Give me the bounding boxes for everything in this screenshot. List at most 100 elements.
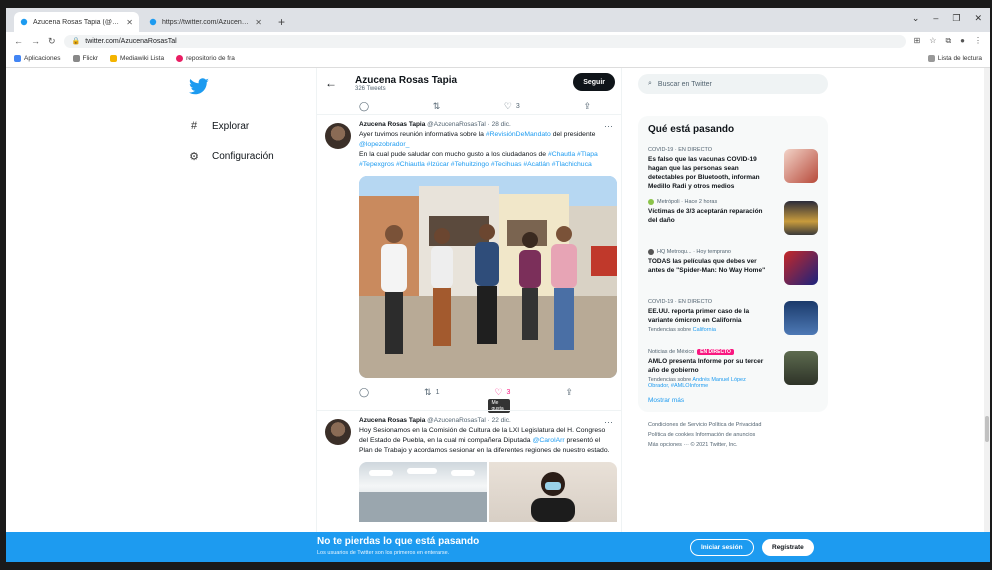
maximize-icon[interactable]: ❐ <box>952 13 960 24</box>
browser-chrome: Azucena Rosas Tapia (@AzucenaRosas... ✕ … <box>6 8 990 68</box>
twitter-bird-icon[interactable] <box>188 78 210 96</box>
retweet-button[interactable]: ⇅ <box>433 101 441 112</box>
tweet-author[interactable]: Azucena Rosas Tapia <box>359 121 425 128</box>
tweet-time[interactable]: 22 dic. <box>492 417 511 424</box>
close-window-icon[interactable]: ✕ <box>974 13 982 24</box>
new-tab-icon[interactable]: + <box>272 15 291 32</box>
mention-link[interactable]: @CarolArr <box>532 437 564 444</box>
profile-timeline: ← Azucena Rosas Tapia 326 Tweets Seguir … <box>316 68 622 562</box>
trend-context-link[interactable]: California <box>693 327 716 333</box>
translate-icon[interactable]: ⊞ <box>914 36 921 46</box>
meeting-room-photo[interactable] <box>359 462 487 522</box>
heart-icon: ♡ <box>503 100 512 111</box>
tweet-author[interactable]: Azucena Rosas Tapia <box>359 417 425 424</box>
reply-icon: ◯ <box>359 386 370 397</box>
tweet-time[interactable]: 28 dic. <box>492 121 511 128</box>
tweet-handle[interactable]: @AzucenaRosasTal <box>427 417 486 424</box>
source-avatar-icon <box>648 199 654 205</box>
tweet-photos[interactable] <box>359 462 617 522</box>
mention-link[interactable]: @lopezobrador_ <box>359 141 409 148</box>
heart-icon: ♡ <box>494 386 503 397</box>
like-button[interactable]: ♡ 3 Me gusta <box>488 386 511 413</box>
forward-icon[interactable]: → <box>31 36 40 46</box>
folder-icon <box>110 55 118 62</box>
tweet-header: Azucena Rosas Tapia @AzucenaRosasTal · 2… <box>359 121 511 128</box>
tab-title: Azucena Rosas Tapia (@AzucenaRosas... <box>33 18 121 26</box>
trend-thumbnail <box>784 301 818 335</box>
nav-settings[interactable]: ⚙ Configuración <box>176 141 316 171</box>
tweet[interactable]: ··· Azucena Rosas Tapia @AzucenaRosasTal… <box>317 410 621 526</box>
dropdown-icon[interactable]: ⌄ <box>912 13 920 24</box>
footer-line-1[interactable]: Condiciones de Servicio Política de Priv… <box>648 420 818 430</box>
back-icon[interactable]: ← <box>14 36 23 46</box>
trend-item[interactable]: HQ Metroqu... · Hoy temprano TODAS las p… <box>638 245 828 295</box>
scrollbar-thumb[interactable] <box>985 416 989 442</box>
retweet-button[interactable]: ⇅ 1 <box>424 387 439 398</box>
share-icon: ⇪ <box>583 100 591 111</box>
reply-button[interactable]: ◯ <box>359 387 369 398</box>
trend-item[interactable]: COVID-19 · EN DIRECTO Es falso que las v… <box>638 143 828 195</box>
twitter-page: # Explorar ⚙ Configuración ← Azucena Ros… <box>6 68 990 562</box>
search-input[interactable]: ⌕ Buscar en Twitter <box>638 74 828 94</box>
tweets-count: 326 Tweets <box>355 85 386 92</box>
bookmark-mediawiki[interactable]: Mediawiki Lista <box>110 55 164 62</box>
more-options-icon[interactable]: ··· <box>604 121 613 131</box>
show-more-link[interactable]: Mostrar más <box>638 395 828 406</box>
browser-toolbar: ← → ↻ 🔒 twitter.com/AzucenaRosasTal ⊞ ☆ … <box>6 32 990 50</box>
speaker-photo[interactable] <box>489 462 617 522</box>
hashtag-link[interactable]: #RevisiónDeMandato <box>486 131 551 138</box>
extension-icon[interactable]: ⧉ <box>945 36 951 46</box>
follow-button[interactable]: Seguir <box>573 73 615 91</box>
trend-item[interactable]: Noticias de México EN DIRECTO AMLO prese… <box>638 345 828 395</box>
share-button[interactable]: ⇪ <box>565 387 573 398</box>
bookmark-star-icon[interactable]: ☆ <box>929 36 936 46</box>
bookmark-repositorio[interactable]: repositorio de fra <box>176 55 235 62</box>
footer-line-3[interactable]: Más opciones ··· © 2021 Twitter, Inc. <box>648 440 818 450</box>
bookmark-dot-icon <box>176 55 184 62</box>
trend-item[interactable]: COVID-19 · EN DIRECTO EE.UU. reporta pri… <box>638 295 828 345</box>
hashtag-icon: # <box>190 120 198 132</box>
address-bar[interactable]: 🔒 twitter.com/AzucenaRosasTal <box>63 34 906 48</box>
reading-list-icon <box>927 55 935 62</box>
close-tab-icon[interactable]: ✕ <box>126 18 133 27</box>
reply-button[interactable]: ◯ <box>359 101 369 112</box>
more-options-icon[interactable]: ··· <box>604 417 613 427</box>
browser-tab[interactable]: https://twitter.com/AzucenaRosas... ✕ <box>143 12 268 32</box>
like-button[interactable]: ♡ 3 <box>504 101 520 112</box>
meeting-room-image <box>359 468 487 522</box>
trend-context: Tendencias sobre Andrés Manuel López Obr… <box>648 377 746 389</box>
avatar[interactable] <box>325 419 351 445</box>
tab-title: https://twitter.com/AzucenaRosas... <box>162 18 251 26</box>
trend-thumbnail <box>784 251 818 285</box>
back-arrow-icon[interactable]: ← <box>325 76 337 90</box>
bookmark-apps[interactable]: Aplicaciones <box>14 55 61 62</box>
menu-icon[interactable]: ⋮ <box>974 36 982 46</box>
login-button[interactable]: Iniciar sesión <box>690 539 754 556</box>
twitter-favicon-icon <box>149 18 157 26</box>
tweet[interactable]: ··· Azucena Rosas Tapia @AzucenaRosasTal… <box>317 114 621 413</box>
browser-tab-active[interactable]: Azucena Rosas Tapia (@AzucenaRosas... ✕ <box>14 12 139 32</box>
tweet-handle[interactable]: @AzucenaRosasTal <box>427 121 486 128</box>
right-sidebar: ⌕ Buscar en Twitter Qué está pasando COV… <box>638 68 828 450</box>
trend-item[interactable]: Metrópoli · Hace 2 horas Víctimas de 3/3… <box>638 195 828 245</box>
reload-icon[interactable]: ↻ <box>48 36 56 47</box>
tweet-header: Azucena Rosas Tapia @AzucenaRosasTal · 2… <box>359 417 511 424</box>
tweet-photo[interactable] <box>359 176 617 378</box>
nav-explore[interactable]: # Explorar <box>176 111 316 141</box>
signup-button[interactable]: Regístrate <box>762 539 814 556</box>
flickr-icon <box>72 55 80 62</box>
bookmark-flickr[interactable]: Flickr <box>72 55 98 62</box>
share-button[interactable]: ⇪ <box>583 101 591 112</box>
trend-context: Tendencias sobre California <box>648 327 716 333</box>
profile-icon[interactable]: ● <box>960 36 965 46</box>
footer-line-2[interactable]: Política de cookies Información de anunc… <box>648 430 818 440</box>
avatar[interactable] <box>325 123 351 149</box>
trend-title: EE.UU. reporta primer caso de la variant… <box>648 308 750 324</box>
profile-header: ← Azucena Rosas Tapia 326 Tweets Seguir <box>317 68 621 98</box>
minimize-icon[interactable]: – <box>933 13 938 24</box>
trend-title: Víctimas de 3/3 aceptarán reparación del… <box>648 208 763 224</box>
reading-list[interactable]: Lista de lectura <box>927 55 982 62</box>
trend-title: TODAS las películas que debes ver antes … <box>648 258 766 274</box>
page-scrollbar[interactable] <box>984 68 990 562</box>
close-tab-icon[interactable]: ✕ <box>255 18 262 27</box>
